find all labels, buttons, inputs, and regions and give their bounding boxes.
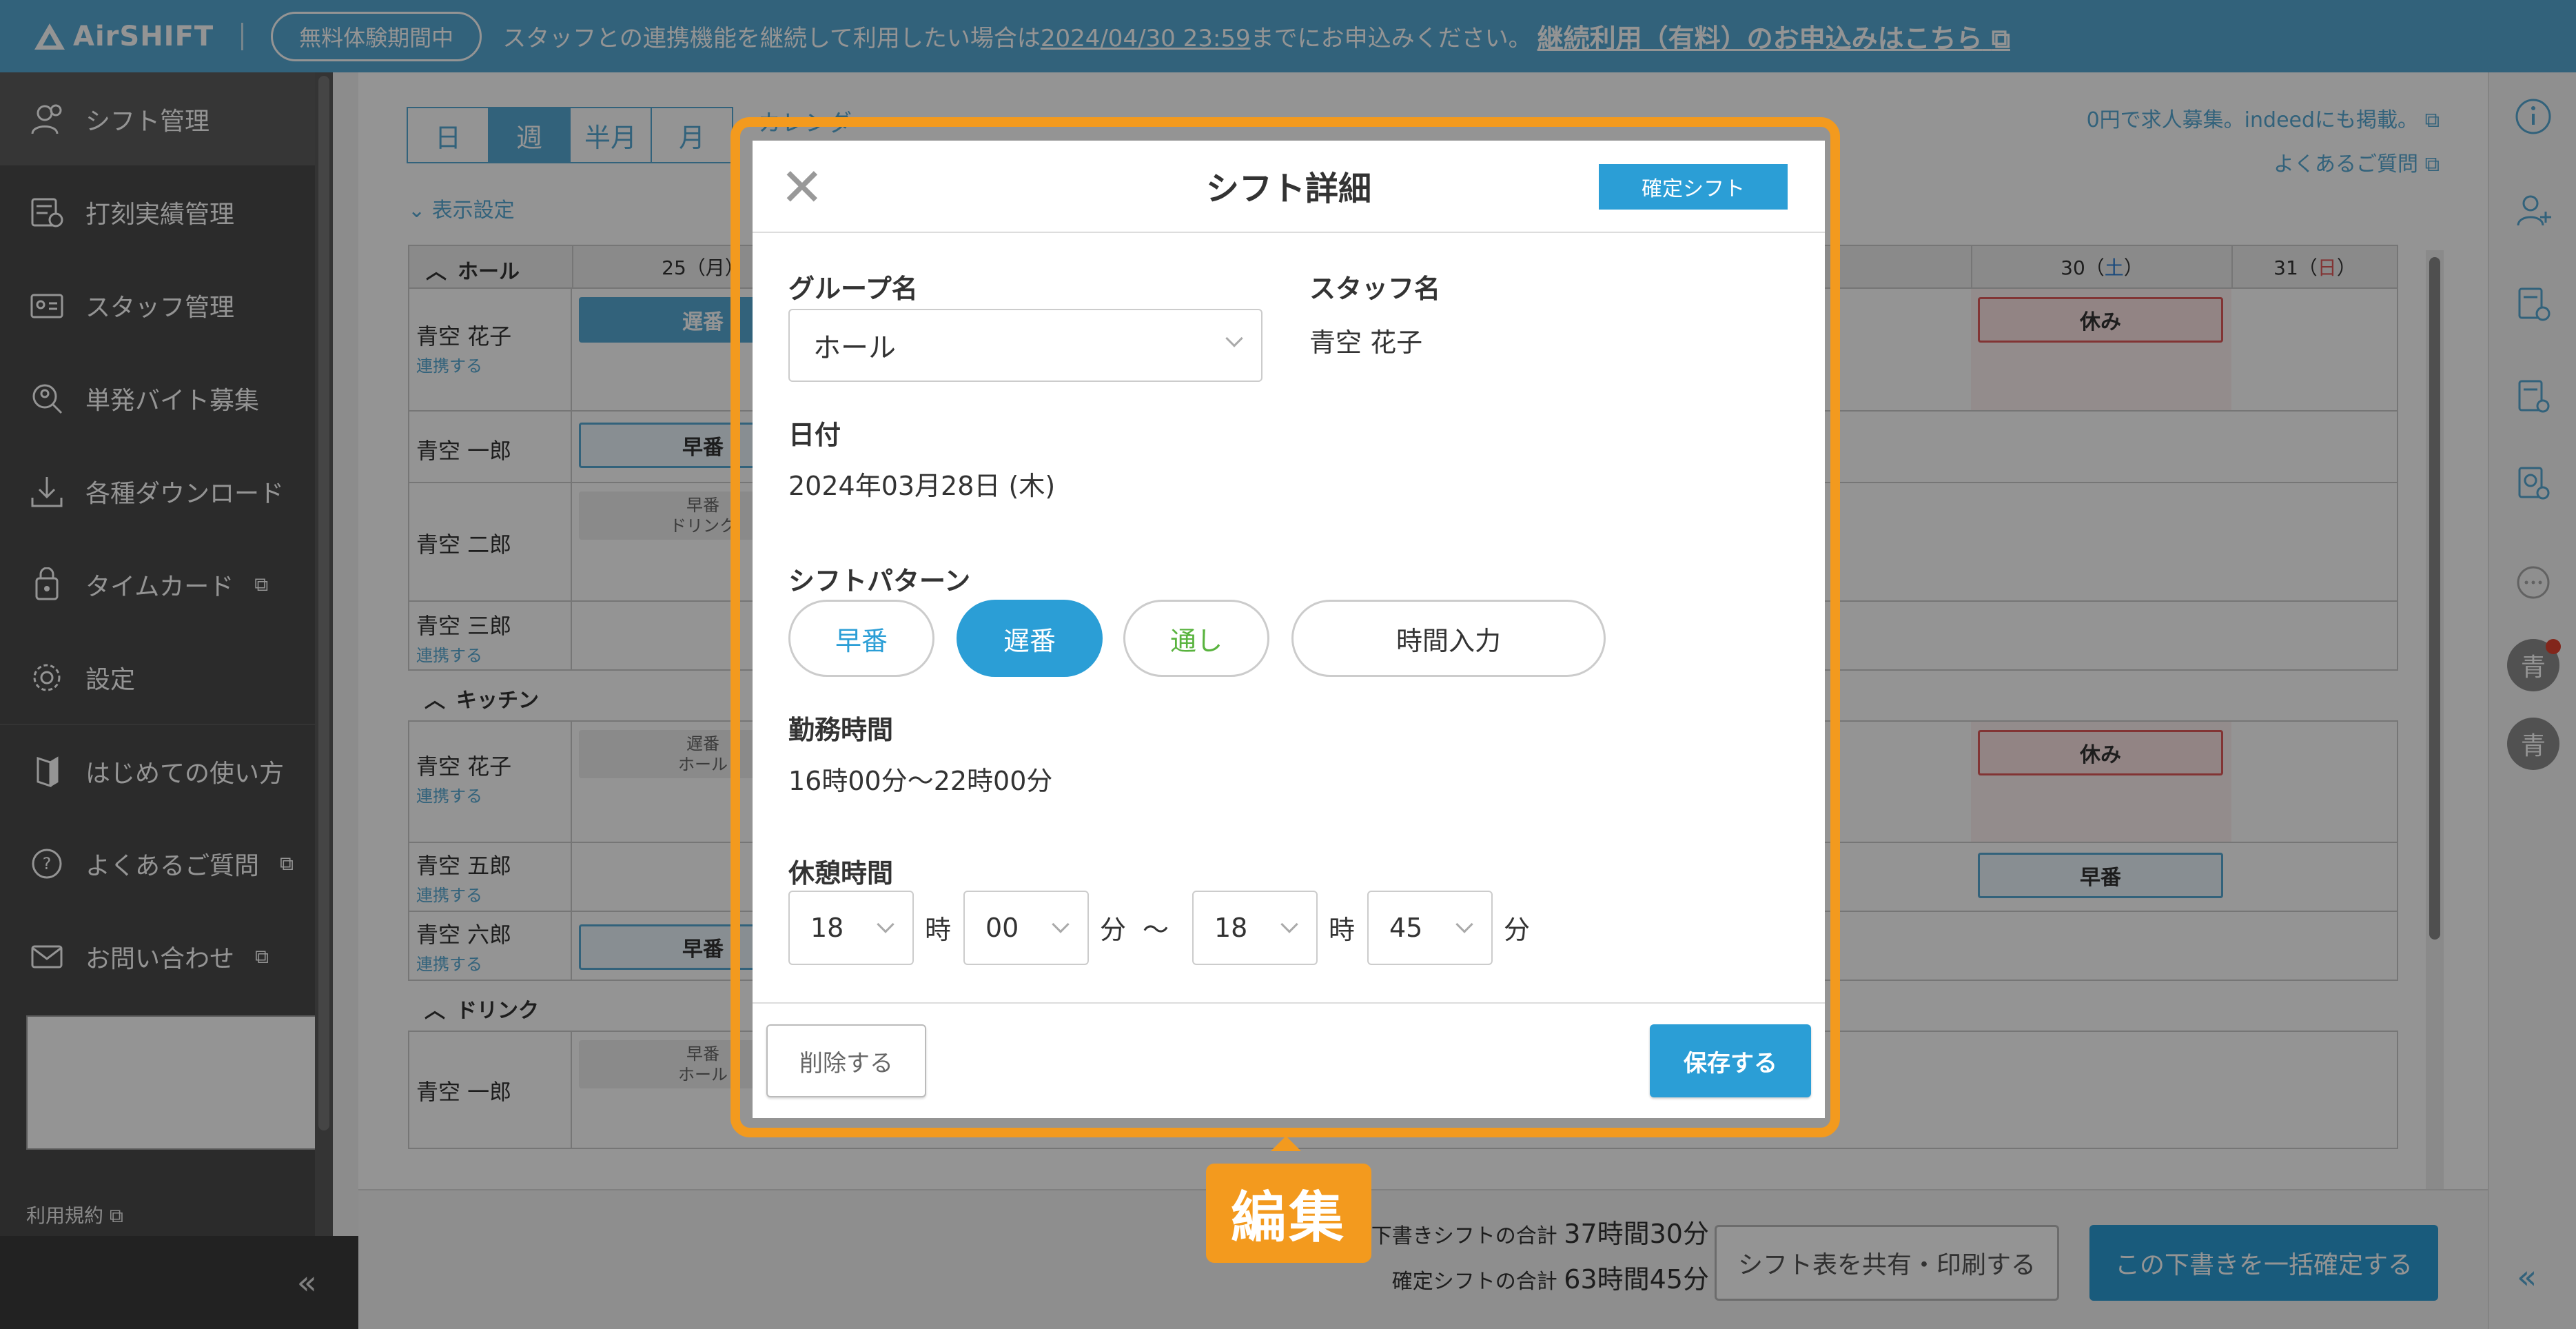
chevron-down-icon — [1455, 915, 1473, 933]
work-time-label: 勤務時間 — [788, 715, 894, 745]
chevron-down-icon — [1052, 915, 1070, 933]
pattern-early-button[interactable]: 早番 — [788, 600, 934, 677]
date-label: 日付 — [788, 420, 841, 450]
hour-unit: 時 — [1329, 915, 1356, 945]
group-select[interactable]: ホール — [788, 309, 1263, 382]
date-value: 2024年03月28日 (木) — [788, 471, 1056, 501]
chevron-down-icon — [877, 915, 895, 933]
break-time-label: 休憩時間 — [788, 858, 894, 889]
chevron-down-icon — [1225, 329, 1243, 347]
callout-pointer — [1271, 1136, 1301, 1151]
hour-unit: 時 — [925, 915, 952, 945]
staff-label: スタッフ名 — [1309, 274, 1441, 304]
minute-unit: 分 — [1504, 915, 1531, 945]
pattern-full-button[interactable]: 通し — [1123, 600, 1269, 677]
modal-footer: 削除する 保存する — [753, 1002, 1825, 1118]
group-label: グループ名 — [788, 274, 918, 304]
break-start-minute-select[interactable]: 00 — [963, 891, 1089, 965]
edit-callout-label: 編集 — [1206, 1164, 1371, 1263]
save-button[interactable]: 保存する — [1650, 1024, 1811, 1097]
confirmed-shift-badge: 確定シフト — [1599, 164, 1788, 210]
pattern-label: シフトパターン — [788, 566, 971, 596]
break-end-minute-select[interactable]: 45 — [1367, 891, 1493, 965]
pattern-late-button[interactable]: 遅番 — [957, 600, 1103, 677]
delete-button[interactable]: 削除する — [766, 1024, 926, 1097]
chevron-down-icon — [1280, 915, 1298, 933]
pattern-time-input-button[interactable]: 時間入力 — [1291, 600, 1606, 677]
break-end-hour-select[interactable]: 18 — [1192, 891, 1318, 965]
staff-value: 青空 花子 — [1309, 327, 1423, 358]
minute-unit: 分 — [1100, 915, 1127, 945]
modal-header: ✕ シフト詳細 確定シフト — [753, 141, 1825, 233]
range-tilde: 〜 — [1143, 915, 1169, 945]
break-start-hour-select[interactable]: 18 — [788, 891, 914, 965]
work-time-value: 16時00分〜22時00分 — [788, 766, 1053, 796]
shift-detail-modal: ✕ シフト詳細 確定シフト グループ名 ホール スタッフ名 青空 花子 日付 2… — [753, 141, 1825, 1118]
